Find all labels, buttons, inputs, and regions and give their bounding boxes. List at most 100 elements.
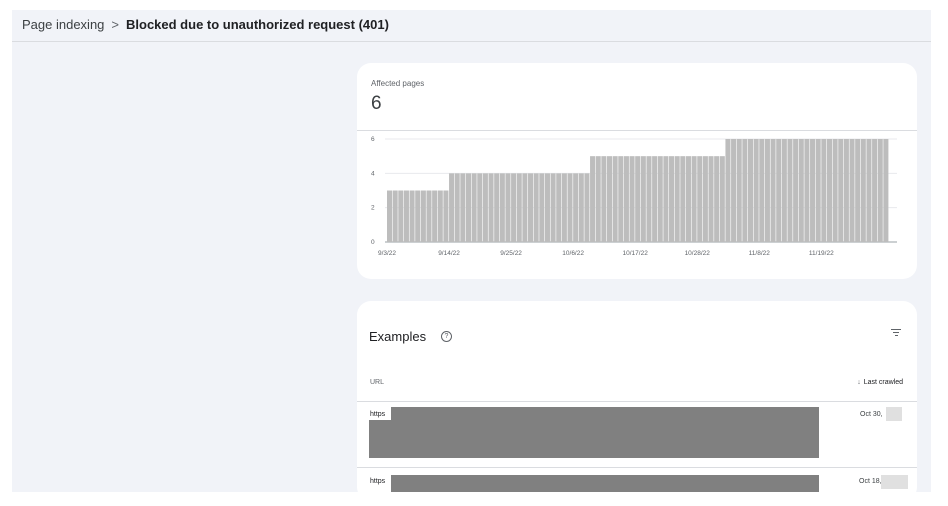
redacted-block bbox=[886, 407, 902, 421]
chart-bar bbox=[747, 139, 754, 242]
chart-bar bbox=[584, 173, 590, 242]
chart-bar bbox=[646, 156, 652, 242]
chart-bar bbox=[781, 139, 787, 242]
help-circle-icon[interactable]: ? bbox=[441, 331, 452, 342]
affected-pages-card: Affected pages 6 0 2 4 6 9/3/22 9/14/22 9/25/2… bbox=[357, 63, 917, 279]
chart-bar bbox=[505, 173, 511, 242]
y-tick-label: 2 bbox=[371, 205, 375, 212]
chart-bar bbox=[657, 156, 663, 242]
redacted-block bbox=[391, 407, 819, 420]
chart-bar bbox=[821, 139, 827, 242]
redacted-block bbox=[391, 475, 819, 492]
redacted-block bbox=[369, 420, 819, 458]
chart-bar bbox=[719, 156, 725, 242]
x-tick-label: 11/8/22 bbox=[749, 250, 771, 257]
affected-pages-label: Affected pages bbox=[371, 79, 425, 88]
chart-bar bbox=[691, 156, 697, 242]
chart-bar bbox=[815, 139, 821, 242]
chart-bar bbox=[409, 190, 415, 242]
chart-bar bbox=[798, 139, 804, 242]
chart-bar bbox=[674, 156, 680, 242]
chart-bar bbox=[443, 190, 449, 242]
chart-bar bbox=[618, 156, 624, 242]
chart-bar bbox=[556, 173, 562, 242]
breadcrumb-parent[interactable]: Page indexing bbox=[22, 17, 104, 32]
chart-bar bbox=[550, 173, 556, 242]
chart-bar bbox=[843, 139, 849, 242]
chart-bar bbox=[623, 156, 629, 242]
filter-icon[interactable] bbox=[891, 329, 901, 339]
chart-bar bbox=[471, 173, 477, 242]
affected-pages-count: 6 bbox=[371, 93, 382, 114]
chart-bar bbox=[499, 173, 505, 242]
chart-bar bbox=[573, 173, 579, 242]
chart-bar bbox=[522, 173, 528, 242]
affected-pages-chart: 0 2 4 6 9/3/22 9/14/22 9/25/22 10/6/22 10/17/22 1… bbox=[371, 136, 897, 257]
chart-bar bbox=[860, 139, 866, 242]
chart-bar bbox=[387, 190, 393, 242]
chart-bar bbox=[753, 139, 759, 242]
chart-bar bbox=[392, 190, 398, 242]
breadcrumb-current: Blocked due to unauthorized request (401… bbox=[126, 17, 389, 32]
chart-bar bbox=[680, 156, 686, 242]
chart-bar bbox=[652, 156, 658, 242]
chart-bar bbox=[776, 139, 782, 242]
chart-bar bbox=[477, 173, 483, 242]
redacted-block bbox=[881, 475, 908, 489]
chart-bar bbox=[533, 173, 539, 242]
chart-bar bbox=[759, 139, 765, 242]
chart-bar bbox=[528, 173, 534, 242]
chart-bar bbox=[544, 173, 550, 242]
chart-bar bbox=[567, 173, 573, 242]
examples-title: Examples bbox=[369, 329, 427, 344]
chart-bar bbox=[736, 139, 742, 242]
chart-bar bbox=[838, 139, 844, 242]
x-tick-label: 10/28/22 bbox=[685, 250, 711, 257]
chart-bar bbox=[511, 173, 517, 242]
chart-bar bbox=[832, 139, 838, 242]
chart-bar bbox=[883, 139, 889, 242]
chart-bar bbox=[770, 139, 776, 242]
page-indexing-view: Page indexing > Blocked due to unauthorize… bbox=[12, 10, 931, 492]
chart-bar bbox=[494, 173, 500, 242]
last-crawled-label: Last crawled bbox=[863, 379, 903, 386]
chart-bar bbox=[640, 156, 646, 242]
x-tick-label: 11/19/22 bbox=[809, 250, 834, 257]
chart-bar bbox=[449, 173, 455, 242]
chart-bar bbox=[415, 190, 421, 242]
chart-bar bbox=[725, 139, 731, 242]
chart-bar bbox=[663, 156, 669, 242]
header-bar: Page indexing > Blocked due to unauthorize… bbox=[12, 10, 931, 42]
chart-bar bbox=[697, 156, 703, 242]
row-url[interactable]: https bbox=[370, 478, 385, 485]
chart-bar bbox=[432, 190, 438, 242]
chart-bar bbox=[601, 156, 607, 242]
chart-bar bbox=[612, 156, 618, 242]
y-tick-label: 0 bbox=[371, 239, 375, 246]
chart-bar bbox=[454, 173, 460, 242]
chart-bar bbox=[877, 139, 883, 242]
chart-bar bbox=[403, 190, 409, 242]
chart-bar bbox=[398, 190, 404, 242]
chart-bar bbox=[804, 139, 810, 242]
chart-bar bbox=[488, 173, 494, 242]
chart-bar bbox=[437, 190, 443, 242]
y-tick-label: 4 bbox=[371, 170, 375, 177]
chart-bar bbox=[685, 156, 691, 242]
breadcrumb: Page indexing > Blocked due to unauthorize… bbox=[22, 17, 389, 32]
chart-bar bbox=[731, 139, 737, 242]
row-url[interactable]: https bbox=[370, 411, 385, 418]
chart-bar bbox=[669, 156, 675, 242]
row-divider bbox=[357, 401, 917, 402]
chart-bar bbox=[539, 173, 545, 242]
examples-card: Examples ? URL ↓ Last crawled https Oct 3… bbox=[357, 301, 917, 492]
chart-bar bbox=[516, 173, 522, 242]
chart-bar bbox=[420, 190, 426, 242]
chart-bar bbox=[460, 173, 466, 242]
column-header-url[interactable]: URL bbox=[370, 379, 384, 386]
chart-bar bbox=[702, 156, 708, 242]
row-last-crawled: Oct 30, bbox=[860, 411, 883, 418]
column-header-last-crawled[interactable]: ↓ Last crawled bbox=[857, 379, 903, 386]
x-tick-label: 9/14/22 bbox=[438, 250, 460, 257]
chart-bar bbox=[793, 139, 799, 242]
